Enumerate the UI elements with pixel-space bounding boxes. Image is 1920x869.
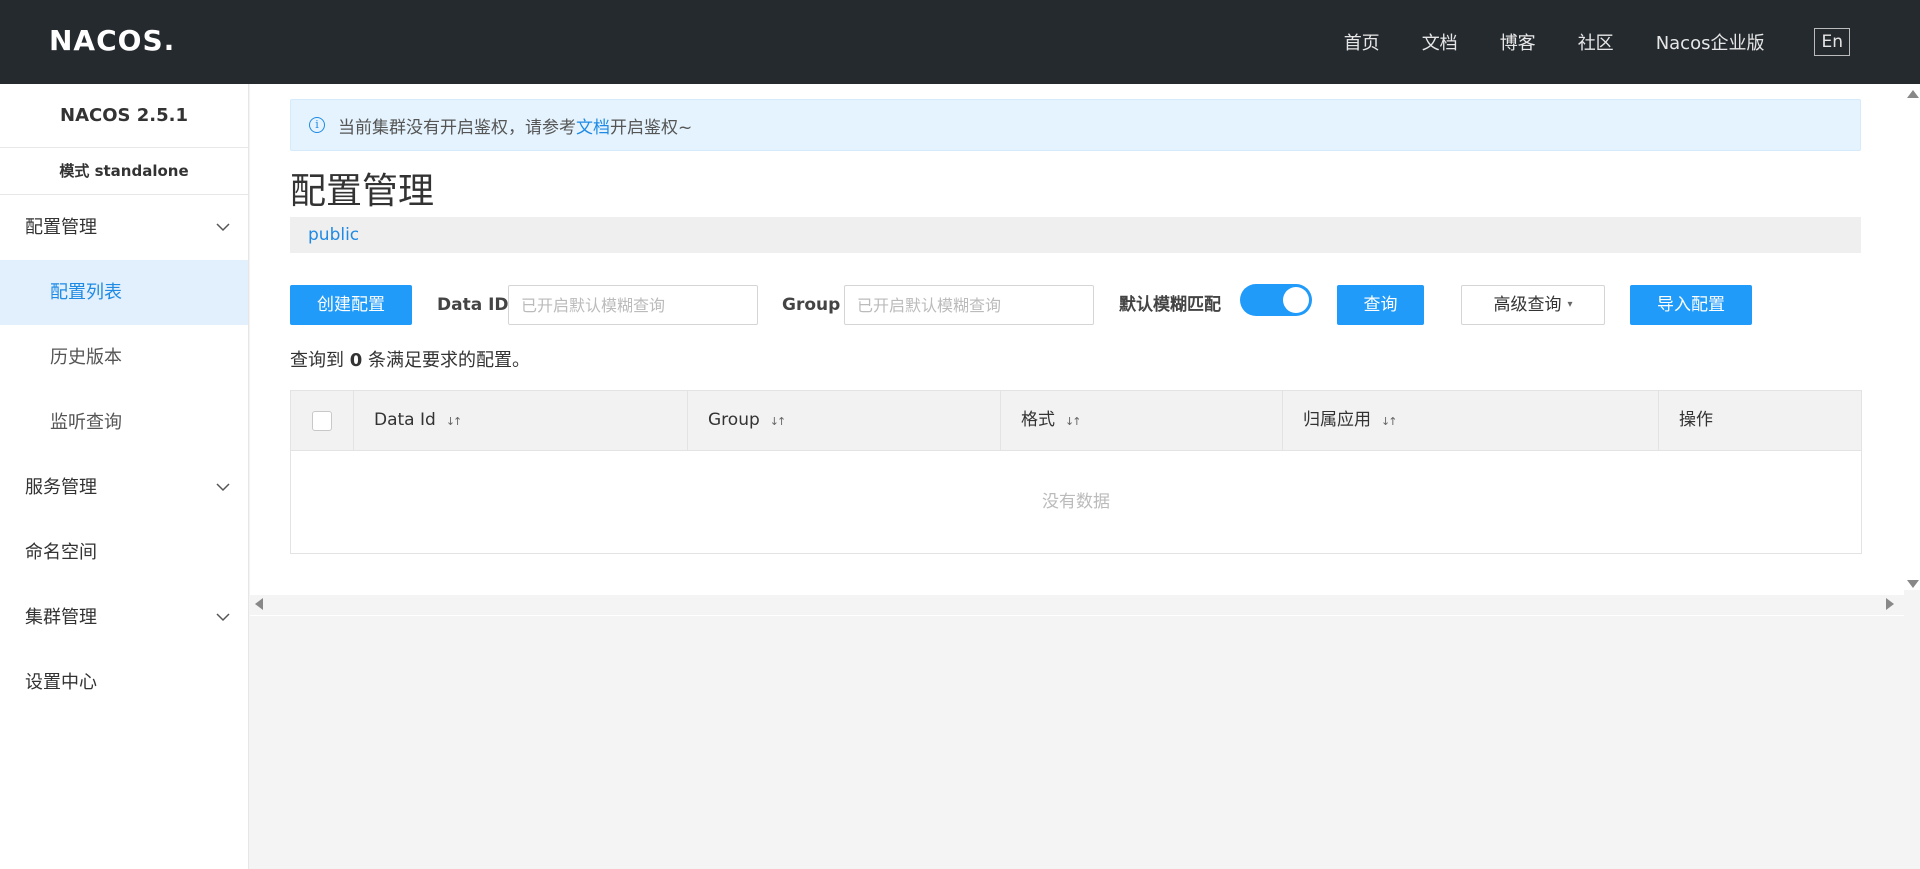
main-content: i 当前集群没有开启鉴权，请参考 文档 开启鉴权~ 配置管理 public 创建… [250,84,1904,616]
vertical-scrollbar[interactable] [1904,84,1920,590]
fuzzy-match-label: 默认模糊匹配 [1119,295,1221,315]
result-prefix: 查询到 [290,350,344,371]
advanced-query-dropdown[interactable]: 高级查询 ▾ [1461,285,1605,325]
notice-text-before: 当前集群没有开启鉴权，请参考 [338,117,576,138]
chevron-down-icon [216,613,230,622]
sidebar-item-label: 监听查询 [50,412,122,433]
table-header: Data Id ↓↑ Group ↓↑ 格式 ↓↑ 归属应用 ↓↑ 操作 [291,391,1861,451]
sort-icon[interactable]: ↓↑ [446,392,463,451]
query-button[interactable]: 查询 [1337,285,1424,325]
nav-blog[interactable]: 博客 [1500,29,1536,55]
sidebar-item-label: 设置中心 [25,672,97,693]
column-actions: 操作 [1658,391,1861,450]
nacos-logo[interactable]: NACOS. [49,24,175,57]
version-label: NACOS 2.5.1 [0,84,248,148]
sidebar-item-config-management[interactable]: 配置管理 [0,195,248,260]
scroll-up-icon[interactable] [1907,90,1919,98]
sort-icon[interactable]: ↓↑ [1381,392,1398,451]
nav-home[interactable]: 首页 [1344,29,1380,55]
namespace-public-link[interactable]: public [308,225,359,245]
column-app[interactable]: 归属应用 ↓↑ [1282,391,1658,450]
sidebar-item-label: 集群管理 [25,607,97,628]
scroll-down-icon[interactable] [1907,580,1919,588]
select-all-cell [291,391,353,450]
nav-community[interactable]: 社区 [1578,29,1614,55]
caret-down-icon: ▾ [1567,299,1573,310]
column-format[interactable]: 格式 ↓↑ [1000,391,1282,450]
sidebar-item-listener-query[interactable]: 监听查询 [0,390,248,455]
column-group[interactable]: Group ↓↑ [687,391,1000,450]
nav-enterprise[interactable]: Nacos企业版 [1656,29,1765,55]
import-config-button[interactable]: 导入配置 [1630,285,1752,325]
config-table: Data Id ↓↑ Group ↓↑ 格式 ↓↑ 归属应用 ↓↑ 操作 没有数据 [290,390,1862,554]
sidebar-item-label: 配置列表 [50,282,122,303]
sort-icon[interactable]: ↓↑ [770,392,787,451]
auth-notice: i 当前集群没有开启鉴权，请参考 文档 开启鉴权~ [290,99,1861,151]
notice-text-after: 开启鉴权~ [610,117,693,138]
column-label: 格式 [1021,410,1055,430]
group-input[interactable] [844,285,1094,325]
scroll-right-icon[interactable] [1886,598,1894,610]
result-count: 0 [349,350,363,371]
sidebar-item-settings-center[interactable]: 设置中心 [0,650,248,715]
nav-docs[interactable]: 文档 [1422,29,1458,55]
column-data-id[interactable]: Data Id ↓↑ [353,391,687,450]
notice-docs-link[interactable]: 文档 [576,113,610,138]
group-label: Group [782,295,841,315]
sort-icon[interactable]: ↓↑ [1065,392,1082,451]
create-config-button[interactable]: 创建配置 [290,285,412,325]
result-summary: 查询到 0 条满足要求的配置。 [290,346,530,372]
sidebar-item-cluster-management[interactable]: 集群管理 [0,585,248,650]
empty-state: 没有数据 [1042,492,1110,512]
column-label: 操作 [1679,410,1713,430]
column-label: Group [708,410,760,430]
column-label: Data Id [374,410,436,430]
toggle-knob [1283,287,1309,313]
sidebar: NACOS 2.5.1 模式 standalone 配置管理 配置列表 历史版本… [0,84,249,869]
sidebar-item-service-management[interactable]: 服务管理 [0,455,248,520]
namespace-bar: public [290,217,1861,253]
scroll-left-icon[interactable] [255,598,263,610]
horizontal-scrollbar[interactable] [250,595,1904,615]
language-switch-button[interactable]: En [1814,28,1850,56]
top-nav: 首页 文档 博客 社区 Nacos企业版 En [1302,0,1850,84]
sidebar-item-label: 命名空间 [25,542,97,563]
info-icon: i [309,117,325,133]
page-title: 配置管理 [290,171,435,212]
data-id-input[interactable] [508,285,758,325]
sidebar-item-label: 历史版本 [50,347,122,368]
select-all-checkbox[interactable] [312,411,332,431]
chevron-down-icon [216,483,230,492]
sidebar-item-label: 服务管理 [25,477,97,498]
sidebar-item-label: 配置管理 [25,217,97,238]
top-header: NACOS. 首页 文档 博客 社区 Nacos企业版 En [0,0,1920,84]
sidebar-item-namespace[interactable]: 命名空间 [0,520,248,585]
fuzzy-match-toggle[interactable] [1240,284,1312,316]
column-label: 归属应用 [1303,410,1371,430]
result-suffix: 条满足要求的配置。 [368,350,530,371]
advanced-query-label: 高级查询 [1493,295,1562,315]
sidebar-item-history[interactable]: 历史版本 [0,325,248,390]
chevron-down-icon [216,223,230,232]
sidebar-item-config-list[interactable]: 配置列表 [0,260,248,325]
mode-label: 模式 standalone [0,148,248,195]
search-toolbar: 创建配置 Data ID Group 默认模糊匹配 查询 高级查询 ▾ 导入配置 [290,284,1861,325]
data-id-label: Data ID [437,295,509,315]
